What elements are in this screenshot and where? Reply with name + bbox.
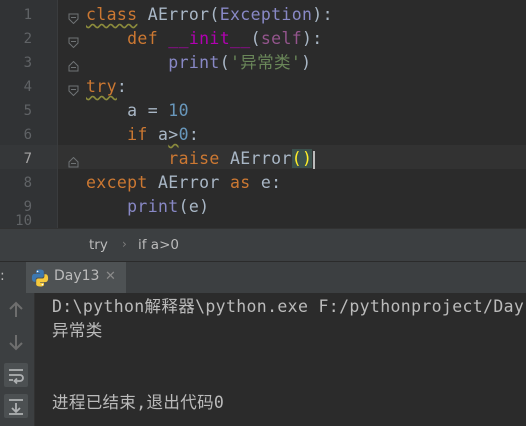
run-tab-title: Day13 — [54, 268, 100, 284]
code-token: 0 — [178, 125, 189, 144]
run-panel-header: : Day13 ✕ — [0, 261, 526, 294]
code-token: a = — [86, 101, 169, 120]
code-token: print — [127, 197, 179, 216]
code-line[interactable]: 1 class AError(Exception): — [0, 3, 526, 27]
code-text[interactable]: print('异常类') — [86, 51, 311, 75]
code-text[interactable]: a = 10 — [86, 99, 189, 123]
code-line[interactable]: 9 print(e) — [0, 195, 526, 219]
line-number: 5 — [23, 103, 32, 119]
line-number: 3 — [23, 55, 32, 71]
down-arrow-icon[interactable] — [4, 330, 28, 354]
code-line[interactable]: 8 except AError as e: — [0, 171, 526, 195]
code-token: if — [127, 125, 148, 144]
code-line[interactable]: 6 if a>0: — [0, 123, 526, 147]
up-arrow-icon[interactable] — [4, 298, 28, 322]
console-line-exit: 进程已结束,退出代码0 — [52, 393, 225, 412]
breadcrumb-item-try[interactable]: try — [89, 237, 108, 253]
fold-collapse-icon[interactable] — [68, 33, 79, 49]
fold-end-icon[interactable] — [68, 57, 79, 72]
code-token: 10 — [168, 101, 189, 120]
code-token: e: — [250, 173, 282, 192]
fold-collapse-icon[interactable] — [68, 9, 79, 25]
python-icon — [30, 268, 50, 292]
fold-collapse-icon[interactable] — [68, 81, 79, 97]
line-number: 2 — [23, 31, 32, 47]
fold-end-icon[interactable] — [68, 153, 79, 168]
line-number: 6 — [23, 127, 32, 143]
code-token: AError — [147, 173, 230, 192]
code-token: class — [86, 5, 138, 24]
code-token: (e) — [178, 197, 210, 216]
code-token: def — [127, 29, 158, 48]
code-text[interactable]: except AError as e: — [86, 171, 281, 195]
line-number: 1 — [23, 7, 32, 23]
code-token: > — [168, 125, 179, 144]
code-text[interactable]: raise AError() — [86, 147, 316, 171]
code-text[interactable]: try: — [86, 75, 127, 99]
code-token: ( — [250, 29, 261, 48]
code-token: : — [116, 77, 128, 96]
close-icon[interactable]: ✕ — [105, 269, 116, 284]
line-number: 4 — [23, 79, 32, 95]
code-token: AError — [219, 149, 292, 168]
code-line[interactable]: 4 try: — [0, 75, 526, 99]
soft-wrap-icon[interactable] — [4, 363, 28, 387]
code-token: AError — [147, 5, 210, 24]
code-line[interactable]: 2 def __init__(self): — [0, 27, 526, 51]
code-text[interactable]: print(e) — [86, 195, 209, 219]
code-line[interactable]: 10 — [0, 213, 526, 228]
breadcrumb: try › if a>0 — [0, 228, 526, 261]
run-panel-label: : — [0, 268, 5, 284]
line-number: 8 — [23, 175, 32, 191]
code-token: __init__ — [168, 29, 251, 48]
code-text[interactable]: class AError(Exception): — [86, 3, 333, 27]
code-token: Exception — [219, 5, 313, 24]
code-token: a — [147, 125, 169, 144]
code-token: ): — [312, 5, 333, 24]
code-token: ( — [209, 5, 220, 24]
code-token: ): — [302, 29, 323, 48]
code-text[interactable]: if a>0: — [86, 123, 199, 147]
code-token: raise — [168, 149, 220, 168]
code-token: try — [86, 77, 117, 96]
code-line[interactable]: 5 a = 10 — [0, 99, 526, 123]
console-line-command: D:\python解释器\python.exe F:/pythonproject… — [52, 297, 525, 316]
code-token: : — [188, 125, 200, 144]
code-token: print — [168, 53, 220, 72]
code-editor[interactable]: 1 class AError(Exception): 2 def __init__(… — [0, 0, 526, 228]
console-output[interactable]: D:\python解释器\python.exe F:/pythonproject… — [35, 293, 526, 426]
code-token: except — [86, 173, 148, 192]
code-token: '异常类' — [230, 53, 302, 72]
code-token: ( — [219, 53, 230, 72]
run-tab-day13[interactable]: Day13 ✕ — [26, 262, 126, 293]
run-toolbar — [0, 293, 35, 426]
code-token: () — [291, 149, 313, 168]
code-token: as — [229, 173, 251, 192]
code-token: ) — [301, 53, 312, 72]
text-caret — [313, 150, 316, 169]
breadcrumb-separator: › — [122, 237, 127, 251]
code-line[interactable]: 7 raise AError() — [0, 147, 526, 171]
code-token: self — [260, 29, 303, 48]
code-text[interactable]: def __init__(self): — [86, 27, 323, 51]
line-number: 10 — [15, 213, 32, 228]
code-line[interactable]: 3 print('异常类') — [0, 51, 526, 75]
scroll-to-end-icon[interactable] — [4, 394, 28, 418]
line-number: 7 — [23, 151, 32, 167]
breadcrumb-item-if[interactable]: if a>0 — [138, 237, 179, 253]
console-line-output: 异常类 — [52, 321, 103, 340]
